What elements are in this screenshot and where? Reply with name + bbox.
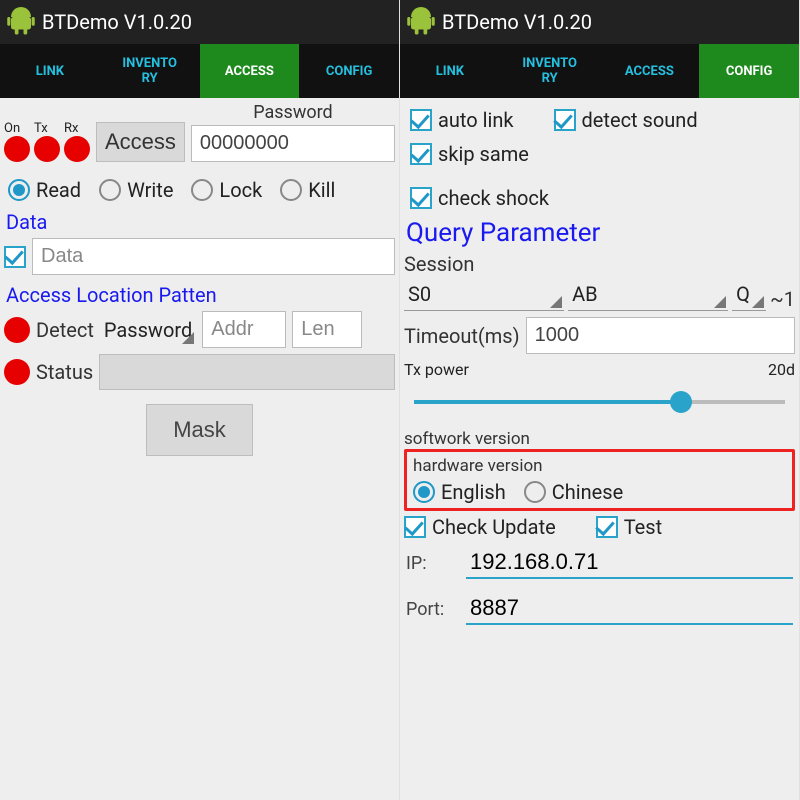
status-indicators: On Tx Rx xyxy=(4,121,90,162)
password-label: Password xyxy=(253,102,333,123)
label-rx: Rx xyxy=(64,121,90,136)
radio-english[interactable]: English xyxy=(413,480,506,504)
mask-button[interactable]: Mask xyxy=(146,404,253,456)
radio-icon xyxy=(8,179,30,201)
radio-lock[interactable]: Lock xyxy=(191,178,262,202)
checkbox-icon xyxy=(410,143,432,165)
radio-read[interactable]: Read xyxy=(8,178,81,202)
status-label: Status xyxy=(36,360,93,384)
data-heading: Data xyxy=(4,208,395,238)
radio-icon xyxy=(413,481,435,503)
label-on: On xyxy=(4,121,30,136)
len-input[interactable] xyxy=(292,311,362,348)
chk-skip-same[interactable]: skip same xyxy=(410,142,529,166)
addr-input[interactable] xyxy=(202,311,286,348)
hardware-version-label: hardware version xyxy=(413,456,786,476)
checkbox-icon xyxy=(596,516,618,538)
titlebar-left: BTDemo V1.0.20 xyxy=(0,0,399,44)
ab-spinner[interactable]: AB xyxy=(568,278,728,311)
rx-led-icon xyxy=(64,136,90,162)
language-highlight: hardware version English Chinese xyxy=(404,449,795,511)
radio-icon xyxy=(280,179,302,201)
port-input[interactable] xyxy=(466,593,793,625)
tx-led-icon xyxy=(34,136,60,162)
titlebar-right: BTDemo V1.0.20 xyxy=(400,0,799,44)
radio-chinese[interactable]: Chinese xyxy=(524,480,623,504)
tab-config[interactable]: CONFIG xyxy=(699,44,799,98)
android-icon xyxy=(406,7,436,37)
q-spinner[interactable]: Q xyxy=(732,278,766,311)
content-access: On Tx Rx Access Password Read xyxy=(0,98,399,800)
on-led-icon xyxy=(4,136,30,162)
status-led-icon xyxy=(4,359,30,385)
tab-link[interactable]: LINK xyxy=(0,44,100,98)
password-input[interactable] xyxy=(191,125,395,162)
session-spinner[interactable]: S0 xyxy=(404,278,564,311)
slider-thumb-icon xyxy=(670,391,692,413)
chk-detect-sound[interactable]: detect sound xyxy=(554,108,698,132)
chk-check-shock[interactable]: check shock xyxy=(410,186,549,210)
tab-access[interactable]: ACCESS xyxy=(200,44,300,98)
tab-config[interactable]: CONFIG xyxy=(299,44,399,98)
radio-kill[interactable]: Kill xyxy=(280,178,335,202)
detect-label: Detect xyxy=(36,318,94,342)
txpower-value: 20d xyxy=(768,360,795,379)
query-parameter-heading: Query Parameter xyxy=(404,216,795,252)
port-label: Port: xyxy=(406,599,446,620)
content-config: auto link detect sound skip same check s… xyxy=(400,98,799,800)
checkbox-icon xyxy=(410,187,432,209)
app-title: BTDemo V1.0.20 xyxy=(42,10,192,34)
softwork-version-label: softwork version xyxy=(404,429,795,449)
memory-spinner[interactable]: Password xyxy=(100,314,196,346)
tabbar-right: LINK INVENTO RY ACCESS CONFIG xyxy=(400,44,799,98)
txpower-slider[interactable] xyxy=(414,385,785,419)
tab-access[interactable]: ACCESS xyxy=(600,44,700,98)
detect-led-icon xyxy=(4,317,30,343)
session-label: Session xyxy=(404,252,795,276)
chk-check-update[interactable]: Check Update xyxy=(404,515,556,539)
q-value: ~1 xyxy=(770,287,795,311)
checkbox-icon xyxy=(410,109,432,131)
timeout-label: Timeout(ms) xyxy=(404,324,520,348)
access-button[interactable]: Access xyxy=(96,122,185,162)
radio-icon xyxy=(99,179,121,201)
radio-icon xyxy=(524,481,546,503)
radio-icon xyxy=(191,179,213,201)
location-heading: Access Location Patten xyxy=(4,281,395,311)
data-checkbox[interactable] xyxy=(4,246,26,268)
label-tx: Tx xyxy=(34,121,60,136)
checkbox-icon xyxy=(554,109,576,131)
ip-input[interactable] xyxy=(466,547,793,579)
chk-test[interactable]: Test xyxy=(596,515,662,539)
checkbox-icon xyxy=(4,246,26,268)
slider-fill-icon xyxy=(414,400,681,404)
status-output xyxy=(99,354,395,390)
txpower-label: Tx power xyxy=(404,360,469,379)
timeout-input[interactable] xyxy=(526,317,795,354)
tab-inventory[interactable]: INVENTO RY xyxy=(100,44,200,98)
ip-label: IP: xyxy=(406,553,446,574)
data-input[interactable] xyxy=(32,238,395,275)
operation-radios: Read Write Lock Kill xyxy=(4,168,395,208)
tab-link[interactable]: LINK xyxy=(400,44,500,98)
android-icon xyxy=(6,7,36,37)
tab-inventory[interactable]: INVENTO RY xyxy=(500,44,600,98)
tabbar-left: LINK INVENTO RY ACCESS CONFIG xyxy=(0,44,399,98)
app-title: BTDemo V1.0.20 xyxy=(442,10,592,34)
chk-auto-link[interactable]: auto link xyxy=(410,108,514,132)
screen-config: BTDemo V1.0.20 LINK INVENTO RY ACCESS CO… xyxy=(400,0,800,800)
checkbox-icon xyxy=(404,516,426,538)
screen-access: BTDemo V1.0.20 LINK INVENTO RY ACCESS CO… xyxy=(0,0,400,800)
radio-write[interactable]: Write xyxy=(99,178,173,202)
